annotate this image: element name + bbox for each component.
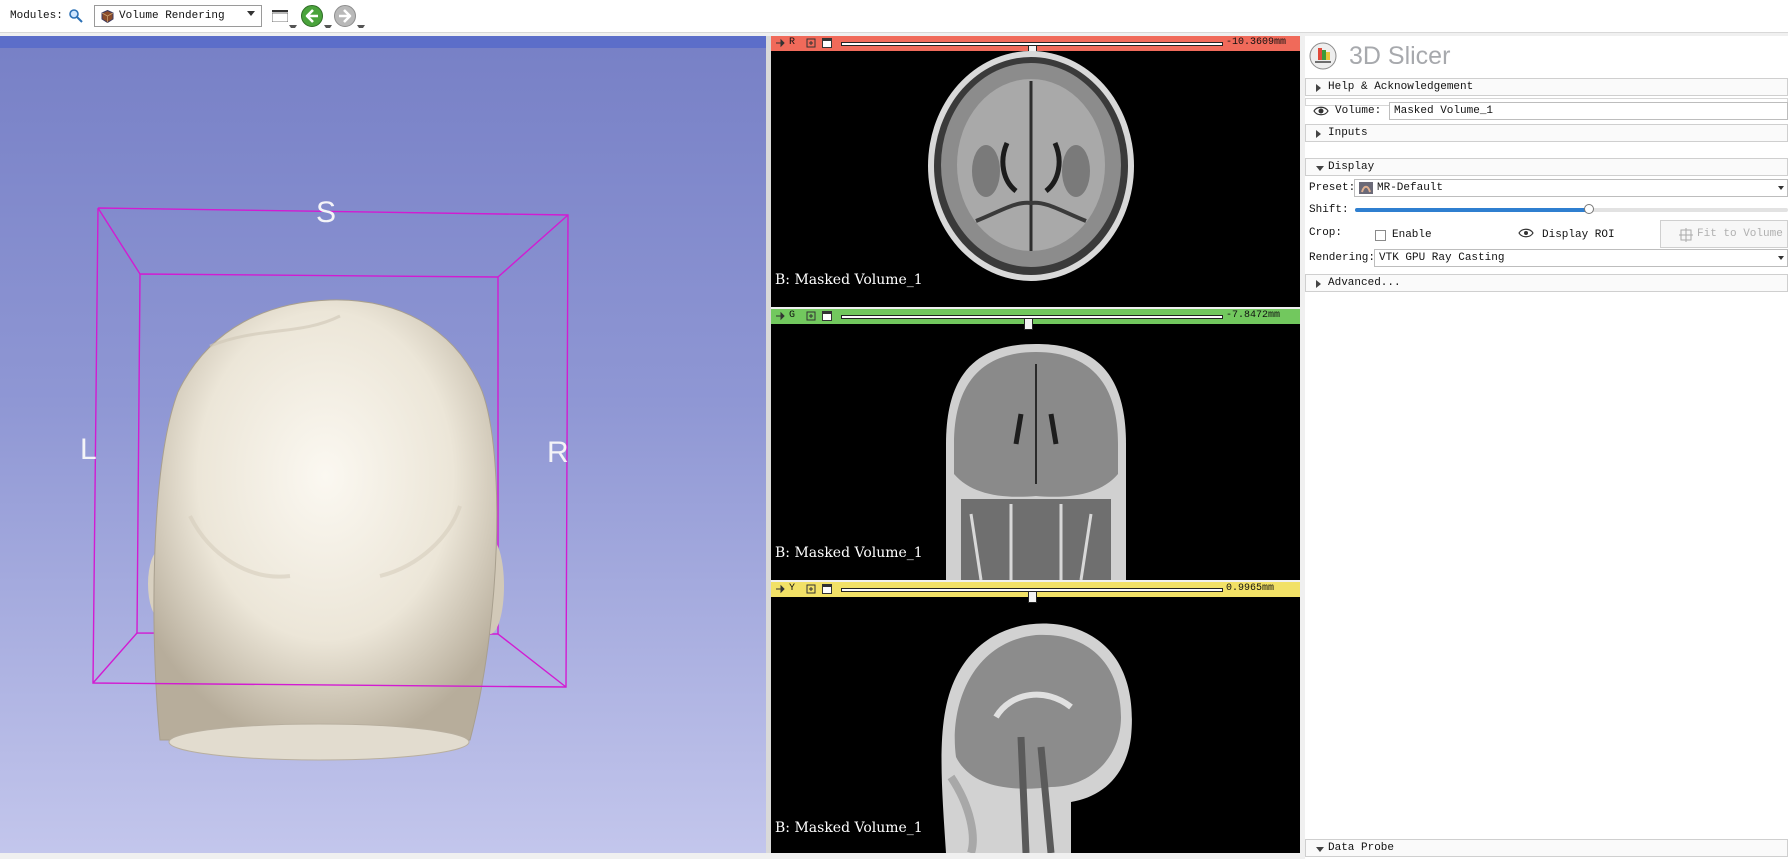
- slice-offset-slider[interactable]: [841, 588, 1223, 603]
- rendering-method-selector[interactable]: VTK GPU Ray Casting: [1374, 249, 1788, 267]
- slice-offset-slider[interactable]: [841, 42, 1223, 57]
- data-probe-section-label: Data Probe: [1328, 842, 1395, 854]
- head-volume-render: [148, 299, 504, 761]
- back-arrow-icon[interactable]: [300, 4, 324, 28]
- crop-label: Crop:: [1309, 227, 1343, 239]
- orientation-label-left: L: [80, 433, 97, 466]
- slice-volume-label: B: Masked Volume_1: [775, 545, 923, 561]
- pin-icon[interactable]: [775, 311, 785, 321]
- forward-arrow-icon[interactable]: [333, 4, 357, 28]
- chevron-down-icon: [1778, 186, 1784, 190]
- rendering-value: VTK GPU Ray Casting: [1379, 252, 1505, 264]
- volume-rendering-icon: [101, 10, 114, 23]
- shift-slider[interactable]: [1355, 204, 1788, 214]
- inputs-section-label: Inputs: [1328, 127, 1368, 139]
- expand-arrow-icon: [1316, 84, 1321, 92]
- fit-to-volume-button[interactable]: Fit to Volume: [1660, 220, 1788, 248]
- modules-label: Modules:: [10, 10, 63, 22]
- slice-volume-label: B: Masked Volume_1: [775, 272, 923, 288]
- app-title: 3D Slicer: [1349, 42, 1451, 70]
- inputs-section-header[interactable]: Inputs: [1305, 124, 1788, 142]
- preset-value: MR-Default: [1377, 182, 1444, 194]
- preset-thumbnail-icon: [1359, 182, 1373, 194]
- slice-controller-bar-green[interactable]: G -7.8472mm: [771, 309, 1300, 330]
- display-roi-label: Display ROI: [1542, 229, 1615, 241]
- volume-selector[interactable]: Masked Volume_1: [1389, 102, 1788, 120]
- slice-view-red[interactable]: R -10.3609mm B: Masked Volume_1: [771, 36, 1300, 307]
- view-options-icon[interactable]: [822, 584, 832, 594]
- volume-label: Volume:: [1335, 105, 1382, 117]
- slicer-logo-icon: [1309, 42, 1337, 70]
- preset-selector[interactable]: MR-Default: [1354, 179, 1788, 197]
- pin-icon[interactable]: [775, 38, 785, 48]
- axial-slice-image: [928, 51, 1134, 281]
- shift-slider-fill: [1355, 208, 1589, 212]
- module-toolbar: Modules: Volume Rendering: [0, 0, 1788, 33]
- collapse-arrow-icon: [1316, 847, 1324, 852]
- orientation-label-right: R: [547, 436, 569, 469]
- view-options-icon[interactable]: [822, 38, 832, 48]
- layout-icon[interactable]: [272, 10, 288, 22]
- shift-label: Shift:: [1309, 204, 1349, 216]
- volume-value: Masked Volume_1: [1394, 105, 1494, 117]
- sagittal-slice-image: [941, 623, 1132, 853]
- slice-view-yellow[interactable]: Y 0.9965mm B: Masked Volume_1: [771, 582, 1300, 853]
- module-selected-label: Volume Rendering: [119, 10, 225, 22]
- forward-history-dropdown-icon[interactable]: [357, 25, 365, 30]
- 3d-render-canvas: [92, 207, 569, 761]
- link-icon[interactable]: [806, 311, 816, 321]
- shift-slider-handle[interactable]: [1584, 204, 1594, 214]
- slice-controller-bar-red[interactable]: R -10.3609mm: [771, 36, 1300, 57]
- 3d-view[interactable]: S L R: [0, 36, 766, 853]
- eye-open-icon[interactable]: [1518, 227, 1534, 239]
- link-icon[interactable]: [806, 584, 816, 594]
- collapse-arrow-icon: [1316, 166, 1324, 171]
- expand-arrow-icon: [1316, 280, 1321, 288]
- data-probe-section-header[interactable]: Data Probe: [1305, 839, 1788, 857]
- slice-offset-value: -7.8472mm: [1226, 310, 1281, 321]
- slice-volume-label: B: Masked Volume_1: [775, 820, 923, 836]
- chevron-down-icon: [1778, 256, 1784, 260]
- slice-view-green[interactable]: G -7.8472mm B: Masked Volume_1: [771, 309, 1300, 580]
- view-options-icon[interactable]: [822, 311, 832, 321]
- chevron-down-icon: [247, 11, 255, 16]
- module-selector[interactable]: Volume Rendering: [94, 5, 262, 27]
- crop-enable-label: Enable: [1392, 229, 1432, 241]
- slice-offset-slider[interactable]: [841, 315, 1223, 330]
- back-history-dropdown-icon[interactable]: [324, 25, 332, 30]
- slice-offset-value: -10.3609mm: [1226, 37, 1287, 48]
- slice-letter: R: [789, 37, 796, 48]
- display-section-header[interactable]: Display: [1305, 158, 1788, 176]
- slice-letter: G: [789, 310, 796, 321]
- rendering-label: Rendering:: [1309, 252, 1376, 264]
- fit-to-volume-label: Fit to Volume: [1697, 228, 1783, 240]
- eye-icon[interactable]: [1313, 105, 1329, 117]
- layout-dropdown-icon[interactable]: [289, 25, 297, 30]
- slice-letter: Y: [789, 583, 796, 594]
- crop-enable-checkbox[interactable]: [1375, 230, 1386, 241]
- advanced-section-header[interactable]: Advanced...: [1305, 274, 1788, 292]
- orientation-label-superior: S: [316, 196, 337, 229]
- preset-label: Preset:: [1309, 182, 1356, 194]
- coronal-slice-image: [946, 344, 1126, 580]
- display-section-label: Display: [1328, 161, 1375, 173]
- pin-icon[interactable]: [775, 584, 785, 594]
- slice-controller-bar-yellow[interactable]: Y 0.9965mm: [771, 582, 1300, 603]
- advanced-section-label: Advanced...: [1328, 277, 1401, 289]
- search-icon[interactable]: [68, 8, 84, 24]
- slice-offset-value: 0.9965mm: [1226, 583, 1275, 594]
- module-panel: 3D Slicer Help & Acknowledgement Volume:…: [1305, 36, 1788, 859]
- help-section-header[interactable]: Help & Acknowledgement: [1305, 78, 1788, 96]
- link-icon[interactable]: [806, 38, 816, 48]
- help-section-label: Help & Acknowledgement: [1328, 81, 1474, 93]
- fit-to-volume-icon: [1679, 228, 1693, 242]
- expand-arrow-icon: [1316, 130, 1321, 138]
